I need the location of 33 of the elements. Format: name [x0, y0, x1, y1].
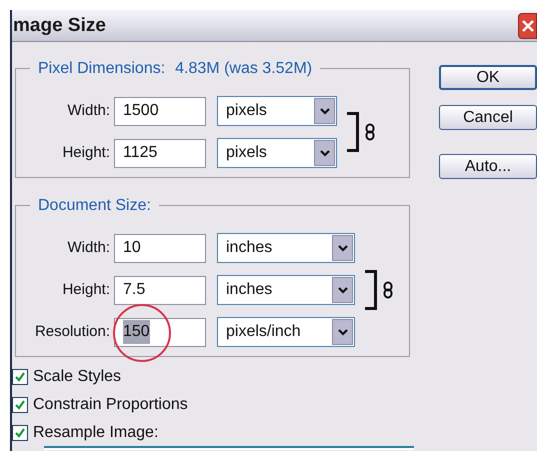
checkbox-label: Constrain Proportions — [33, 395, 188, 414]
pixel-size-text: 4.83M (was 3.52M) — [175, 59, 312, 79]
unit-dropdown[interactable]: pixels — [217, 96, 337, 126]
group-legend: Pixel Dimensions: — [38, 57, 166, 81]
chain-link-icon — [383, 281, 393, 299]
input-field[interactable]: 150 — [114, 318, 206, 346]
checkbox[interactable] — [12, 368, 28, 384]
selected-text: 150 — [123, 320, 150, 344]
window-title: mage Size — [13, 16, 106, 35]
unit-dropdown[interactable]: pixels — [217, 138, 337, 168]
checkbox[interactable] — [12, 424, 28, 440]
dialog-button[interactable]: Auto... — [439, 154, 537, 179]
close-icon — [520, 18, 534, 32]
group-legend: Document Size: — [38, 194, 151, 218]
input-field[interactable]: 1125 — [114, 138, 206, 168]
input-field[interactable]: 7.5 — [114, 276, 206, 304]
field-label: Height: — [61, 142, 111, 163]
input-field[interactable]: 1500 — [114, 96, 206, 126]
unit-dropdown[interactable]: inches — [217, 275, 355, 305]
close-button[interactable] — [518, 12, 537, 38]
dialog-button[interactable]: OK — [439, 65, 537, 90]
unit-dropdown[interactable]: inches — [217, 233, 355, 263]
chain-link-icon — [365, 123, 375, 141]
field-label: Width: — [66, 100, 111, 121]
input-field[interactable]: 10 — [114, 234, 206, 262]
field-label: Resolution: — [34, 322, 111, 342]
field-label: Width: — [66, 238, 111, 258]
checkbox-label: Resample Image: — [33, 423, 158, 442]
checkbox[interactable] — [12, 396, 28, 412]
checkbox-label: Scale Styles — [33, 367, 122, 386]
unit-dropdown[interactable]: pixels/inch — [217, 317, 355, 347]
field-label: Height: — [61, 280, 111, 300]
dialog-button[interactable]: Cancel — [439, 105, 537, 130]
